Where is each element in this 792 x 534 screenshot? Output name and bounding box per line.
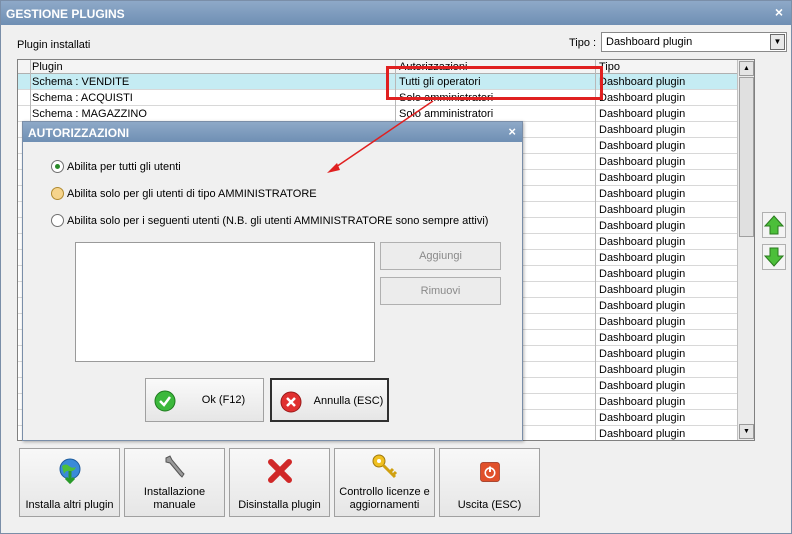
cell-tipo: Dashboard plugin <box>599 156 686 168</box>
add-user-button[interactable]: Aggiungi <box>380 242 501 270</box>
dialog-titlebar: AUTORIZZAZIONI × <box>23 122 522 142</box>
column-header-autorizzazioni[interactable]: Autorizzazioni <box>399 61 467 73</box>
manual-install-label: Installazione manuale <box>143 486 206 511</box>
users-listbox[interactable] <box>75 242 375 362</box>
table-header: Plugin Autorizzazioni Tipo <box>18 60 738 74</box>
cell-tipo: Dashboard plugin <box>599 220 686 232</box>
uninstall-plugin-button[interactable]: Disinstalla plugin <box>229 448 330 517</box>
column-header-tipo[interactable]: Tipo <box>599 61 620 73</box>
radio-all-users-label: Abilita per tutti gli utenti <box>67 161 181 173</box>
chevron-down-icon[interactable]: ▼ <box>770 34 785 50</box>
cell-tipo: Dashboard plugin <box>599 316 686 328</box>
cell-tipo: Dashboard plugin <box>599 268 686 280</box>
cell-autorizzazioni: Tutti gli operatori <box>399 76 481 88</box>
cell-tipo: Dashboard plugin <box>599 396 686 408</box>
uninstall-plugin-label: Disinstalla plugin <box>238 499 321 511</box>
cell-tipo: Dashboard plugin <box>599 364 686 376</box>
tipo-select[interactable]: Dashboard plugin ▼ <box>601 32 787 52</box>
cell-autorizzazioni: Solo amministratori <box>399 108 494 120</box>
move-down-button[interactable] <box>762 244 786 270</box>
cell-tipo: Dashboard plugin <box>599 204 686 216</box>
cell-tipo: Dashboard plugin <box>599 92 686 104</box>
arrow-up-icon <box>763 215 785 235</box>
table-row[interactable]: Schema : VENDITE Tutti gli operatori Dashb… <box>18 74 738 90</box>
cell-tipo: Dashboard plugin <box>599 124 686 136</box>
cancel-label: Annulla (ESC) <box>313 395 384 407</box>
autorizzazioni-dialog: AUTORIZZAZIONI × Abilita per tutti gli u… <box>22 121 523 441</box>
cell-tipo: Dashboard plugin <box>599 380 686 392</box>
cell-tipo: Dashboard plugin <box>599 236 686 248</box>
table-scrollbar[interactable]: ▲ ▼ <box>737 60 754 440</box>
cell-tipo: Dashboard plugin <box>599 348 686 360</box>
cell-tipo: Dashboard plugin <box>599 412 686 424</box>
power-icon <box>479 462 500 482</box>
scroll-down-button[interactable]: ▼ <box>739 424 754 439</box>
arrow-down-icon <box>763 247 785 267</box>
ok-button[interactable]: Ok (F12) <box>145 378 264 422</box>
gestione-plugins-window: GESTIONE PLUGINS × Plugin installati Tip… <box>0 0 792 534</box>
exit-button[interactable]: Uscita (ESC) <box>439 448 540 517</box>
window-title: GESTIONE PLUGINS <box>6 7 125 21</box>
cell-plugin: Schema : ACQUISTI <box>32 92 133 104</box>
cell-tipo: Dashboard plugin <box>599 108 686 120</box>
key-icon <box>372 454 397 479</box>
cell-tipo: Dashboard plugin <box>599 428 686 440</box>
cell-tipo: Dashboard plugin <box>599 172 686 184</box>
cell-tipo: Dashboard plugin <box>599 188 686 200</box>
dialog-close-button[interactable]: × <box>508 124 516 139</box>
cell-plugin: Schema : MAGAZZINO <box>32 108 147 120</box>
install-plugins-button[interactable]: Installa altri plugin <box>19 448 120 517</box>
cell-tipo: Dashboard plugin <box>599 332 686 344</box>
cell-tipo: Dashboard plugin <box>599 300 686 312</box>
cancel-icon <box>280 391 302 413</box>
table-row[interactable]: Schema : ACQUISTI Solo amministratori Dash… <box>18 90 738 106</box>
move-up-button[interactable] <box>762 212 786 238</box>
dialog-title: AUTORIZZAZIONI <box>28 126 130 140</box>
table-row[interactable]: Schema : MAGAZZINO Solo amministratori Das… <box>18 106 738 122</box>
ok-label: Ok (F12) <box>201 394 246 406</box>
wrench-icon <box>165 455 185 478</box>
cancel-button[interactable]: Annulla (ESC) <box>270 378 389 422</box>
window-titlebar: GESTIONE PLUGINS × <box>1 1 791 25</box>
radio-selected-users-label: Abilita solo per i seguenti utenti (N.B.… <box>67 215 489 227</box>
radio-admin-only-label: Abilita solo per gli utenti di tipo AMMI… <box>67 188 317 200</box>
radio-button[interactable] <box>51 187 64 200</box>
scroll-up-button[interactable]: ▲ <box>739 61 754 76</box>
globe-download-icon <box>59 458 80 485</box>
cell-tipo: Dashboard plugin <box>599 284 686 296</box>
installed-plugins-label: Plugin installati <box>17 39 91 51</box>
license-check-button[interactable]: Controllo licenze e aggiornamenti <box>334 448 435 517</box>
window-close-button[interactable]: × <box>775 4 783 20</box>
radio-button[interactable] <box>51 160 64 173</box>
manual-install-button[interactable]: Installazione manuale <box>124 448 225 517</box>
remove-user-button[interactable]: Rimuovi <box>380 277 501 305</box>
column-header-plugin[interactable]: Plugin <box>32 61 63 73</box>
exit-label: Uscita (ESC) <box>457 499 522 511</box>
radio-button[interactable] <box>51 214 64 227</box>
check-icon <box>154 390 176 412</box>
cell-autorizzazioni: Solo amministratori <box>399 92 494 104</box>
cell-plugin: Schema : VENDITE <box>32 76 130 88</box>
red-x-icon <box>267 459 292 483</box>
cell-tipo: Dashboard plugin <box>599 252 686 264</box>
scroll-thumb[interactable] <box>739 77 754 237</box>
tipo-select-value: Dashboard plugin <box>606 36 693 48</box>
license-check-label: Controllo licenze e aggiornamenti <box>339 486 430 511</box>
cell-tipo: Dashboard plugin <box>599 76 686 88</box>
install-plugins-label: Installa altri plugin <box>25 499 114 511</box>
tipo-label: Tipo : <box>569 37 597 49</box>
cell-tipo: Dashboard plugin <box>599 140 686 152</box>
